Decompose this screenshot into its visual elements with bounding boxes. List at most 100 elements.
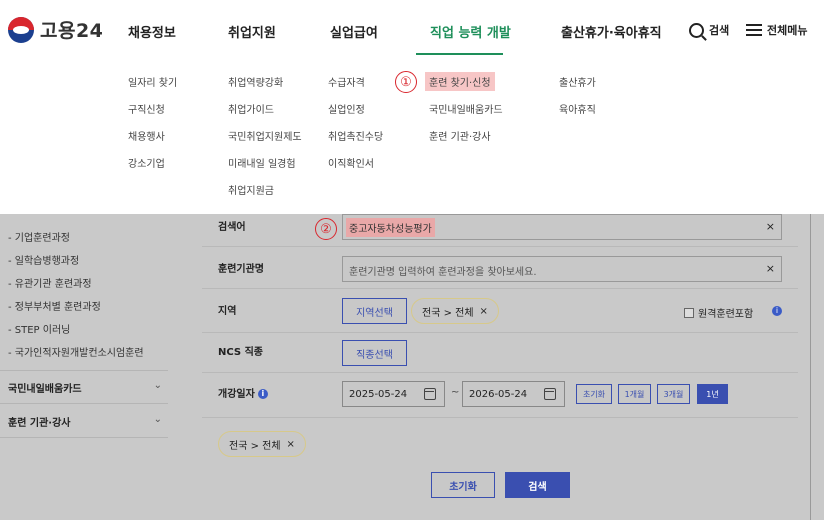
all-menu-button[interactable]: 전체메뉴 [746,22,807,38]
divider [202,332,798,333]
menu-work-experience[interactable]: 미래내일 일경험 [228,155,296,170]
clear-icon[interactable]: × [766,262,775,275]
chevron-down-icon: ⌄ [153,414,162,425]
region-label: 지역 [218,306,237,317]
menu-parental-leave[interactable]: 육아휴직 [559,101,596,116]
top-header: 고용24 채용정보 취업지원 실업급여 직업 능력 개발 출산휴가·육아휴직 검… [0,0,824,62]
period-reset-button[interactable]: 초기화 [576,384,612,404]
menu-capacity[interactable]: 취업역량강화 [228,74,283,89]
nav-parental-leave[interactable]: 출산휴가·육아휴직 [561,22,662,41]
remote-training-label: 원격훈련포함 [698,309,754,320]
search-button[interactable]: 검색 [505,472,570,498]
menu-maternity-leave[interactable]: 출산휴가 [559,74,596,89]
remote-training-checkbox[interactable]: 원격훈련포함 [684,305,753,320]
menu-small-giant[interactable]: 강소기업 [128,155,165,170]
menu-training-search[interactable]: 훈련 찾기·신청 [425,72,495,91]
menu-job-fair[interactable]: 채용행사 [128,128,165,143]
search-label: 검색 [528,481,547,493]
ncs-select-label: 직종선택 [356,349,393,361]
region-select-label: 지역선택 [356,307,393,319]
start-date-label: 개강일자 i [218,385,268,400]
search-icon [689,22,704,38]
sidebar-item-step[interactable]: - STEP 이러닝 [8,321,70,336]
divider [202,288,798,289]
date-from-value: 2025-05-24 [349,389,408,400]
sidebar-item-related-agency[interactable]: - 유관기관 훈련과정 [8,275,92,290]
clear-icon[interactable]: × [766,220,775,233]
site-logo[interactable]: 고용24 [8,16,103,43]
menu-learning-card[interactable]: 국민내일배움카드 [429,101,503,116]
sidebar-item-corporate[interactable]: - 기업훈련과정 [8,229,70,244]
period-label: 초기화 [582,389,606,399]
divider [0,437,168,438]
sidebar-item-ministry[interactable]: - 정부부처별 훈련과정 [8,298,101,313]
region-chip[interactable]: 전국 > 전체 × [411,298,499,324]
period-label: 1개월 [624,389,645,399]
menu-guide[interactable]: 취업가이드 [228,101,274,116]
region-chip-label: 전국 > 전체 [422,307,474,319]
sidebar-group-institutions[interactable]: 훈련 기관·강사 ⌄ [8,414,168,429]
sidebar-group-learning-card[interactable]: 국민내일배움카드 ⌄ [8,380,168,395]
menu-job-apply[interactable]: 구직신청 [128,101,165,116]
header-search-button[interactable]: 검색 [689,22,729,38]
institution-input[interactable]: 훈련기관명 입력하여 훈련과정을 찾아보세요. × [342,256,782,282]
search-form: 검색어 ② 중고자동차성능평가 × 훈련기관명 훈련기관명 입력하여 훈련과정을… [192,214,808,520]
divider [202,246,798,247]
info-icon[interactable]: i [772,306,782,316]
sidebar-group-label: 훈련 기관·강사 [8,418,71,429]
active-nav-underline [416,53,503,55]
divider [202,417,798,418]
period-label: 1년 [706,389,719,399]
keyword-value: 중고자동차성능평가 [346,218,435,237]
date-separator: ~ [451,387,460,398]
keyword-input[interactable]: 중고자동차성능평가 × [342,214,782,240]
nav-employment-support[interactable]: 취업지원 [228,22,276,41]
logo-text: 고용24 [40,20,104,42]
hamburger-icon [746,24,762,36]
menu-eligibility[interactable]: 수급자격 [328,74,365,89]
nav-job-skills[interactable]: 직업 능력 개발 [430,22,511,41]
sidebar-group-label: 국민내일배움카드 [8,384,82,395]
institution-label: 훈련기관명 [218,264,264,275]
calendar-icon[interactable] [544,388,556,400]
divider [0,370,168,371]
sidebar-item-consortium[interactable]: - 국가인적자원개발컨소시엄훈련 [8,344,144,359]
institution-placeholder: 훈련기관명 입력하여 훈련과정을 찾아보세요. [349,267,537,278]
checkbox-box[interactable] [684,307,694,318]
divider [202,372,798,373]
sidebar-item-work-study[interactable]: - 일학습병행과정 [8,252,79,267]
menu-separation-cert[interactable]: 이직확인서 [328,155,374,170]
nav-unemployment-benefit[interactable]: 실업급여 [330,22,378,41]
divider [0,403,168,404]
period-1year-button[interactable]: 1년 [697,384,728,404]
menu-subsidy[interactable]: 취업지원금 [228,182,274,197]
header-search-label: 검색 [709,24,730,37]
date-from-input[interactable]: 2025-05-24 [342,381,445,407]
menu-training-institutions[interactable]: 훈련 기관·강사 [429,128,491,143]
close-icon[interactable]: × [287,439,295,450]
period-1month-button[interactable]: 1개월 [618,384,651,404]
info-icon[interactable]: i [257,389,268,399]
region-select-button[interactable]: 지역선택 [342,298,407,324]
period-3month-button[interactable]: 3개월 [657,384,690,404]
keyword-label: 검색어 [218,222,246,233]
all-menu-label: 전체메뉴 [767,24,808,37]
close-icon[interactable]: × [480,306,488,317]
calendar-icon[interactable] [424,388,436,400]
selected-filter-chip[interactable]: 전국 > 전체 × [218,431,306,457]
menu-national-support[interactable]: 국민취업지원제도 [228,128,302,143]
nav-job-info[interactable]: 채용정보 [128,22,176,41]
period-label: 3개월 [663,389,684,399]
left-sidebar: - 기업훈련과정 - 일학습병행과정 - 유관기관 훈련과정 - 정부부처별 훈… [0,214,168,520]
menu-job-search[interactable]: 일자리 찾기 [128,74,177,89]
selected-filter-label: 전국 > 전체 [229,440,281,452]
menu-recognition[interactable]: 실업인정 [328,101,365,116]
ncs-select-button[interactable]: 직종선택 [342,340,407,366]
menu-promotion-allowance[interactable]: 취업촉진수당 [328,128,383,143]
panel-border [810,214,811,520]
date-to-input[interactable]: 2026-05-24 [462,381,565,407]
annotation-marker-1: ① [395,71,417,93]
chevron-down-icon: ⌄ [153,380,162,391]
reset-button[interactable]: 초기화 [431,472,495,498]
reset-label: 초기화 [449,481,477,493]
